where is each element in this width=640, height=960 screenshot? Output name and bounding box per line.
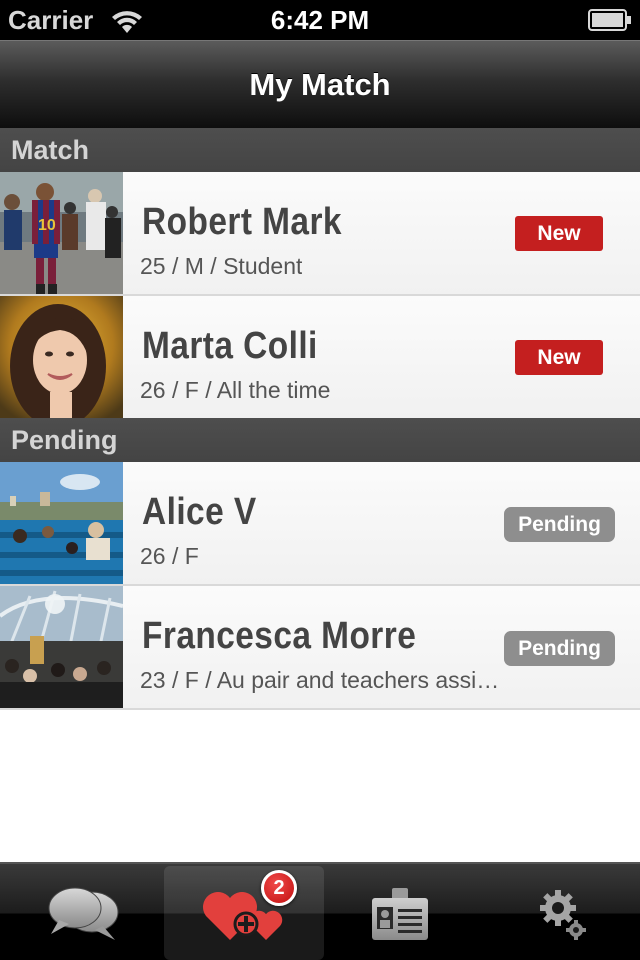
gear-icon — [540, 890, 586, 940]
tab-bar: 2 — [0, 862, 640, 960]
chat-bubbles-icon — [48, 887, 119, 940]
page-title: My Match — [249, 67, 391, 102]
soccer-crowd-photo: 10 — [0, 172, 123, 294]
festival-crowd-photo — [0, 586, 123, 708]
app-screen: Carrier 6:42 PM My Match Match 10 Robert… — [0, 0, 640, 960]
contact-name: Francesca Morre — [142, 615, 417, 657]
new-badge: New — [515, 216, 603, 251]
contact-detail: 26 / F — [140, 543, 199, 569]
contact-detail: 25 / M / Student — [140, 253, 303, 279]
tab-profile[interactable] — [320, 864, 480, 960]
boat-tour-photo — [0, 462, 123, 584]
navigation-bar: My Match — [0, 40, 640, 129]
battery-icon — [588, 9, 631, 31]
tab-settings[interactable] — [480, 864, 640, 960]
contact-name: Marta Colli — [142, 325, 318, 367]
contact-name: Alice V — [142, 491, 257, 533]
svg-text:10: 10 — [38, 217, 56, 234]
section-header-pending: Pending — [0, 418, 640, 462]
new-badge: New — [515, 340, 603, 375]
tab-badge-count: 2 — [261, 870, 297, 906]
contact-detail: 23 / F / Au pair and teachers assistant — [140, 667, 505, 693]
match-row-robert[interactable]: 10 Robert Mark 25 / M / Student New — [0, 172, 640, 296]
match-row-marta[interactable]: Marta Colli 26 / F / All the time New — [0, 296, 640, 420]
pending-row-alice[interactable]: Alice V 26 / F Pending — [0, 462, 640, 586]
tab-chat[interactable] — [3, 864, 163, 960]
contact-detail: 26 / F / All the time — [140, 377, 331, 403]
smiling-woman-photo — [0, 296, 123, 418]
id-card-icon — [372, 888, 428, 940]
pending-badge: Pending — [504, 507, 615, 542]
contact-name: Robert Mark — [142, 201, 342, 243]
pending-row-francesca[interactable]: Francesca Morre 23 / F / Au pair and tea… — [0, 586, 640, 710]
tab-matches[interactable]: 2 — [164, 866, 324, 960]
status-time: 6:42 PM — [270, 5, 370, 35]
section-header-label: Pending — [11, 425, 118, 455]
status-bar: Carrier 6:42 PM — [0, 0, 640, 40]
section-header-label: Match — [11, 135, 90, 165]
pending-badge: Pending — [504, 631, 615, 666]
section-header-match: Match — [0, 128, 640, 172]
